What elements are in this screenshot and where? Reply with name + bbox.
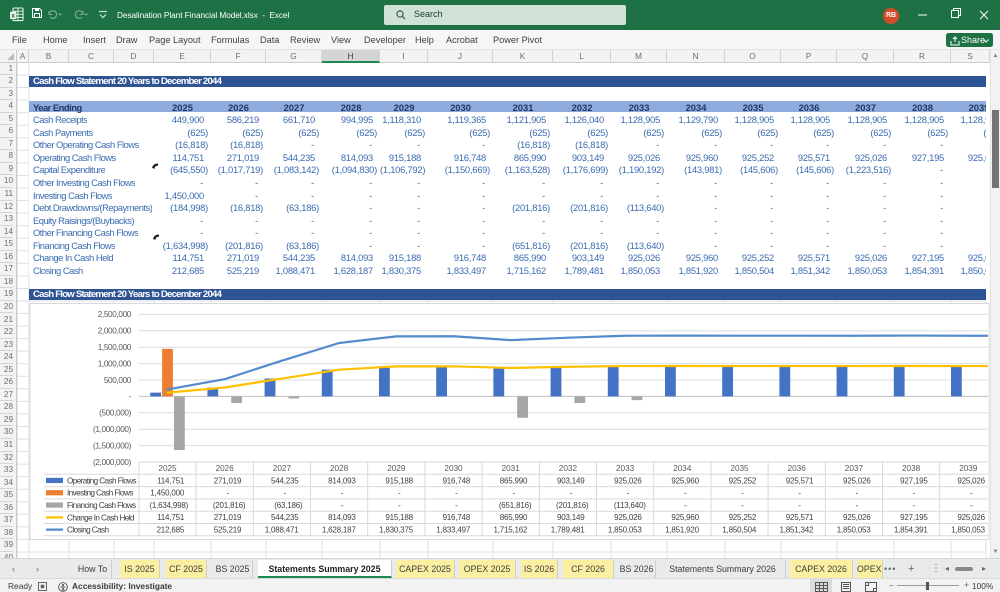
svg-text:x: x xyxy=(11,13,15,20)
